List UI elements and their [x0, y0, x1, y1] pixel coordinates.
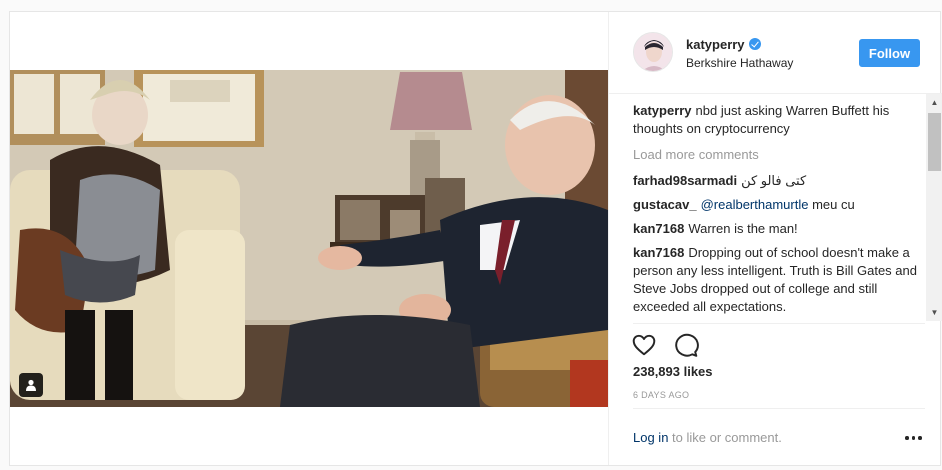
comment-text: meu cu [812, 197, 855, 212]
comment-username[interactable]: gustacav_ [633, 197, 697, 212]
comments-list: katyperry nbd just asking Warren Buffett … [633, 102, 925, 324]
comment-item: farhad98sarmadi کتی فالو کن [633, 172, 925, 190]
login-link[interactable]: Log in [633, 430, 668, 445]
comment-item: gustacav_ @realberthamurtle meu cu [633, 196, 925, 214]
post-actions [631, 332, 699, 358]
comment-text: Warren is the man! [688, 221, 798, 236]
caption-username[interactable]: katyperry [633, 103, 692, 118]
user-tag-icon[interactable] [19, 373, 43, 397]
login-suffix: to like or comment. [672, 430, 782, 445]
comments-scrollbar[interactable]: ▲ ▼ [926, 94, 942, 321]
post-header: katyperry Berkshire Hathaway Follow [609, 12, 942, 94]
divider [633, 323, 925, 324]
comment-username[interactable]: kan7168 [633, 221, 684, 236]
comment-mention[interactable]: @realberthamurtle [701, 197, 809, 212]
comment-item: kan7168 Warren is the man! [633, 220, 925, 238]
divider [633, 408, 925, 409]
comment-item: kan7168 Dropping out of school doesn't ma… [633, 244, 925, 316]
comment-username[interactable]: kan7168 [633, 245, 684, 260]
caption: katyperry nbd just asking Warren Buffett … [633, 102, 925, 138]
verified-badge-icon [748, 38, 761, 50]
comment-bubble-icon[interactable] [673, 332, 699, 358]
login-prompt: Log in to like or comment. [633, 430, 782, 445]
post-side-panel: katyperry Berkshire Hathaway Follow katy… [608, 12, 942, 465]
scroll-down-arrow-icon[interactable]: ▼ [926, 304, 942, 321]
like-count[interactable]: 238,893 likes [633, 364, 713, 379]
post-location[interactable]: Berkshire Hathaway [686, 56, 793, 70]
load-more-comments-link[interactable]: Load more comments [633, 146, 925, 164]
post-username[interactable]: katyperry [686, 37, 761, 52]
scroll-up-arrow-icon[interactable]: ▲ [926, 94, 942, 111]
ellipsis-icon[interactable] [905, 434, 923, 442]
heart-icon[interactable] [631, 332, 657, 358]
post-timestamp[interactable]: 6 DAYS AGO [633, 390, 689, 400]
photo-image [10, 70, 608, 407]
avatar[interactable] [633, 32, 673, 72]
post-card: katyperry Berkshire Hathaway Follow katy… [9, 11, 942, 466]
comment-username[interactable]: farhad98sarmadi [633, 173, 737, 188]
follow-button[interactable]: Follow [859, 39, 920, 67]
post-photo[interactable] [10, 70, 608, 407]
scroll-thumb[interactable] [928, 113, 941, 171]
username-text[interactable]: katyperry [686, 37, 745, 52]
comment-text: کتی فالو کن [741, 173, 807, 188]
